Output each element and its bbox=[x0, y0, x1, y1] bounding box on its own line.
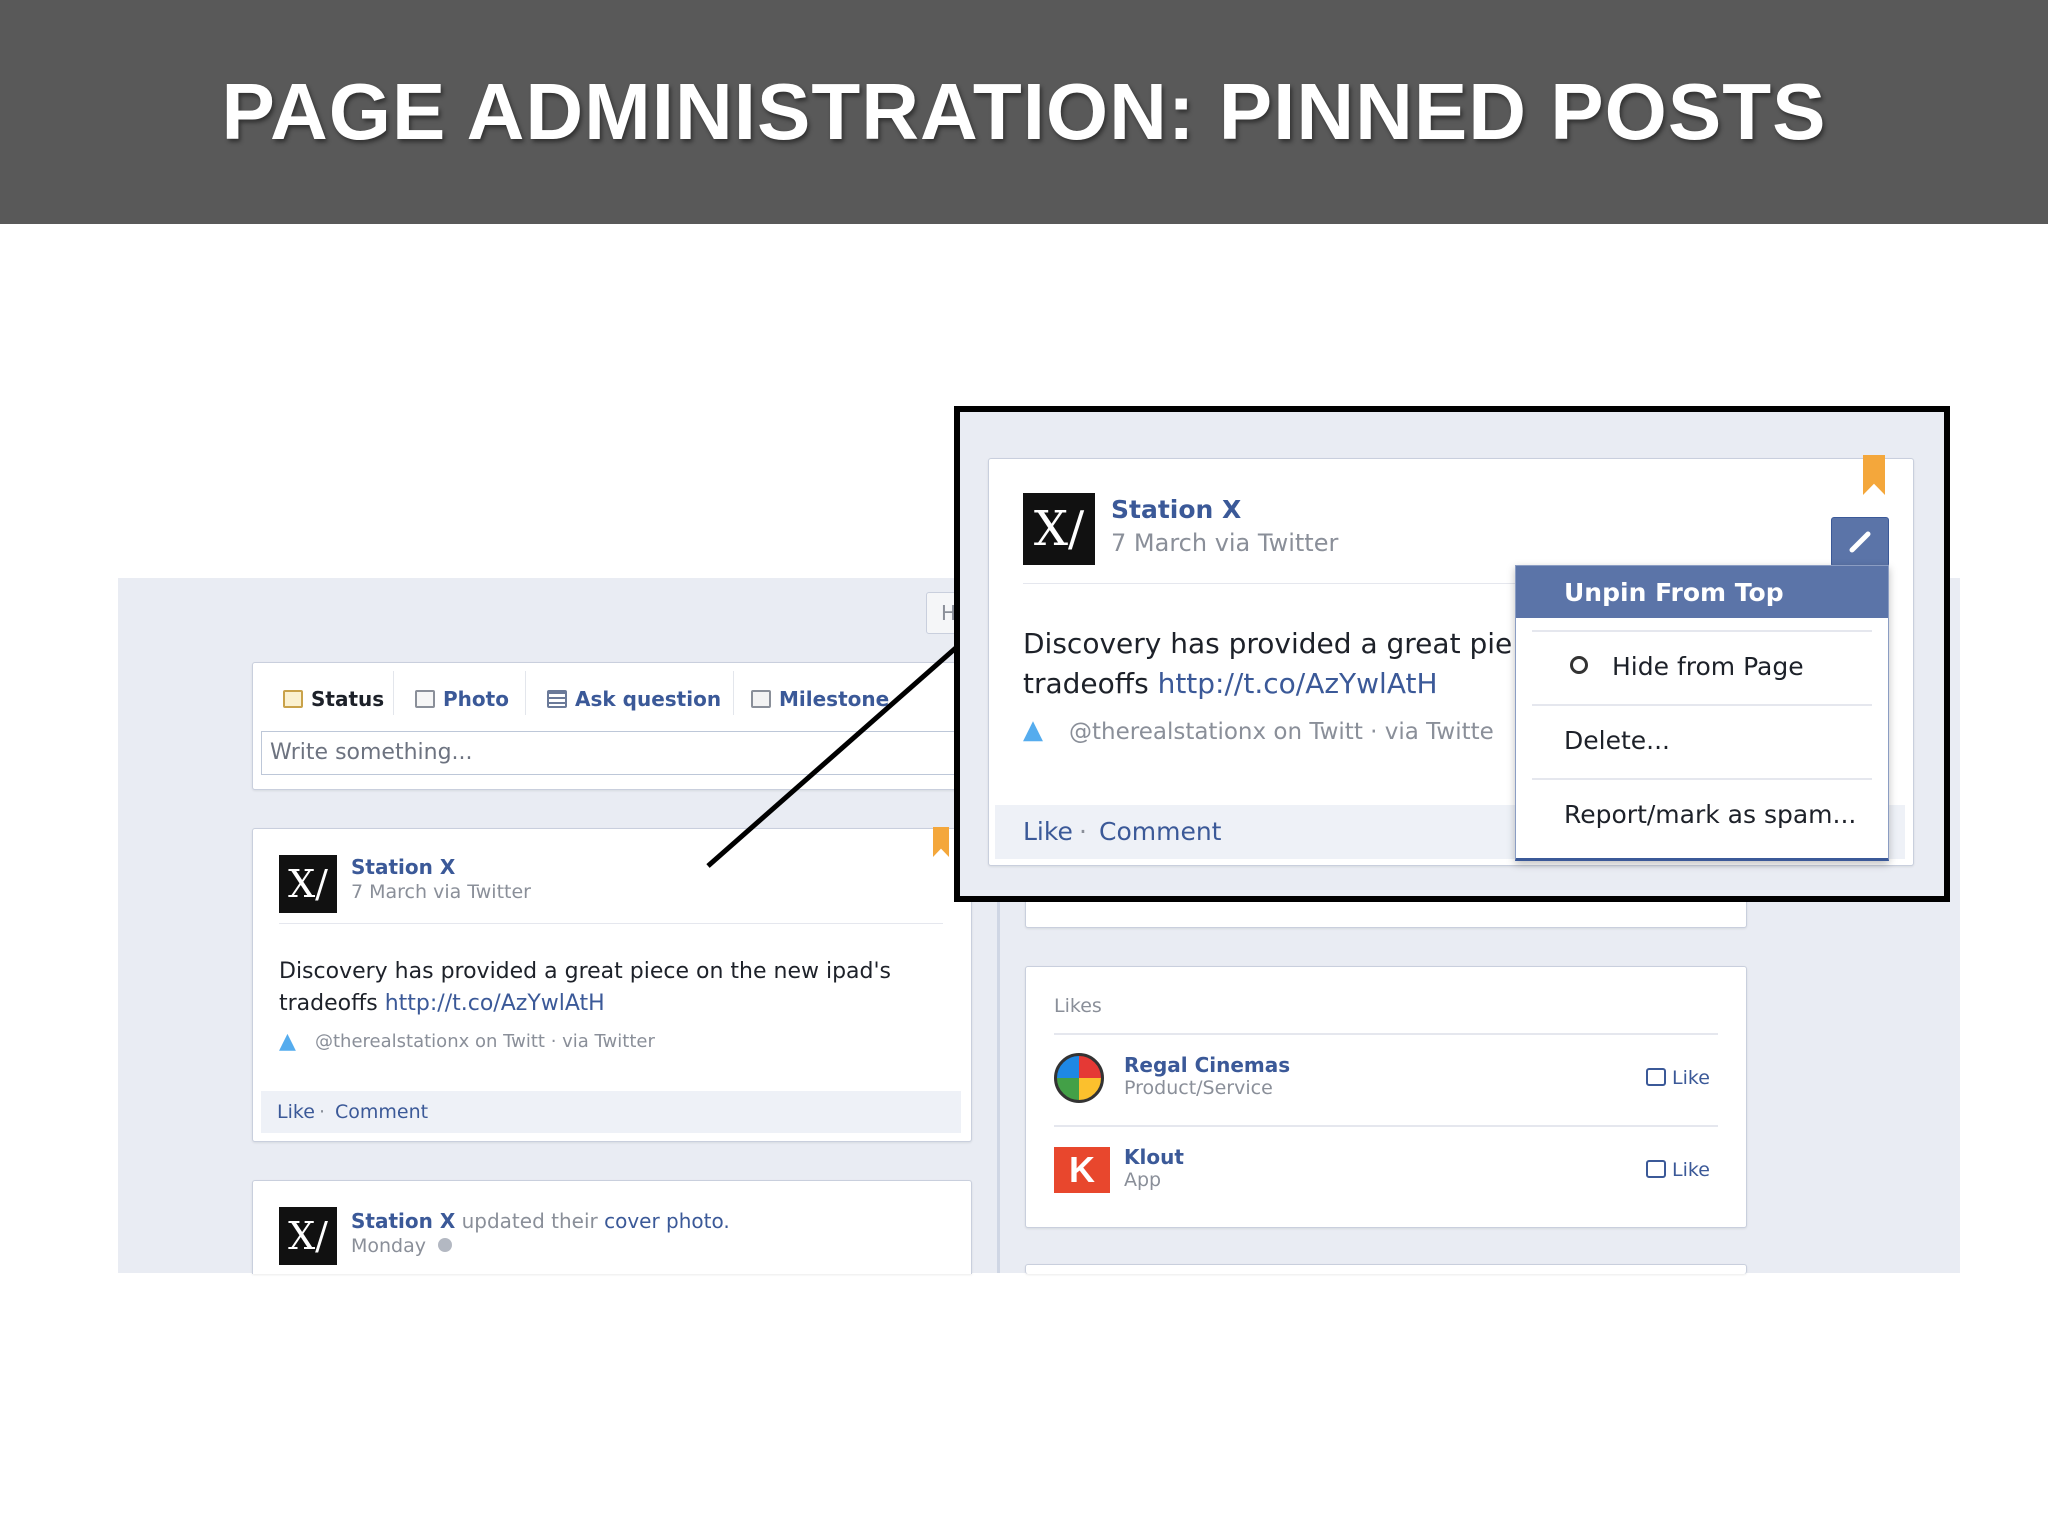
cover-post-time-text: Monday bbox=[351, 1235, 427, 1257]
zoom-callout: X/ Station X 7 March via Twitter Discove… bbox=[954, 406, 1950, 902]
pencil-icon bbox=[1849, 531, 1871, 553]
tab-status-label: Status bbox=[311, 687, 385, 711]
post-action-bar: Like · Comment bbox=[261, 1091, 961, 1133]
station-x-avatar: X/ bbox=[279, 1207, 337, 1265]
zoomed-post-body-prefix: tradeoffs bbox=[1023, 667, 1149, 700]
menu-item-label: Hide from Page bbox=[1612, 652, 1804, 681]
likes-header: Likes bbox=[1054, 995, 1102, 1017]
post-comment-link[interactable]: Comment bbox=[335, 1101, 428, 1123]
thumbs-up-icon bbox=[1646, 1160, 1666, 1178]
menu-divider bbox=[1532, 778, 1872, 780]
zoomed-post-body-line-2: tradeoffs http://t.co/AzYwlAtH bbox=[1023, 667, 1438, 700]
zoomed-post-link[interactable]: http://t.co/AzYwlAtH bbox=[1158, 667, 1438, 700]
cover-post-time: Monday bbox=[351, 1235, 453, 1257]
cover-post-headline: Station X updated their cover photo. bbox=[351, 1209, 730, 1233]
menu-item-label: Unpin From Top bbox=[1564, 578, 1784, 607]
tab-photo-label: Photo bbox=[443, 687, 509, 711]
zoomed-post-body-line-1: Discovery has provided a great pie bbox=[1023, 627, 1513, 660]
post-body-line-1: Discovery has provided a great piece on … bbox=[279, 959, 892, 984]
like-button-label: Like bbox=[1672, 1159, 1710, 1181]
zoomed-like-link[interactable]: Like bbox=[1023, 817, 1073, 846]
tab-photo[interactable]: Photo bbox=[415, 671, 509, 727]
photo-icon bbox=[415, 690, 435, 708]
zoomed-post-source: @therealstationx on Twitt · via Twitte bbox=[1069, 719, 1494, 745]
cover-post-author[interactable]: Station X bbox=[351, 1209, 455, 1233]
menu-item-label: Delete... bbox=[1564, 726, 1670, 755]
cover-photo-link[interactable]: cover photo. bbox=[604, 1209, 730, 1233]
likes-divider bbox=[1054, 1033, 1718, 1035]
post-meta: 7 March via Twitter bbox=[351, 881, 531, 903]
status-icon bbox=[283, 690, 303, 708]
post-link[interactable]: http://t.co/AzYwlAtH bbox=[385, 991, 605, 1016]
menu-item-unpin-from-top[interactable]: Unpin From Top bbox=[1516, 566, 1888, 618]
zoomed-post: X/ Station X 7 March via Twitter Discove… bbox=[988, 455, 1914, 866]
menu-divider bbox=[1532, 704, 1872, 706]
twitter-bird-icon: ▲ bbox=[279, 1029, 296, 1054]
callout-leader-line bbox=[706, 644, 960, 868]
ask-question-icon bbox=[547, 690, 567, 708]
zoomed-post-meta: 7 March via Twitter bbox=[1111, 529, 1339, 557]
post-header-divider bbox=[279, 923, 943, 924]
likes-box: Likes Regal Cinemas Product/Service Like… bbox=[1025, 966, 1747, 1228]
menu-divider bbox=[1532, 630, 1872, 632]
composer-placeholder: Write something... bbox=[270, 740, 473, 765]
station-x-avatar: X/ bbox=[279, 855, 337, 913]
regal-cinemas-logo bbox=[1054, 1053, 1104, 1103]
post-options-menu: Unpin From Top Hide from Page Delete... … bbox=[1515, 565, 1889, 861]
slide-title: PAGE ADMINISTRATION: PINNED POSTS bbox=[221, 67, 1827, 156]
edit-post-button[interactable] bbox=[1831, 517, 1889, 567]
station-x-avatar: X/ bbox=[1023, 493, 1095, 565]
post-source: @therealstationx on Twitt · via Twitter bbox=[315, 1031, 655, 1052]
post-action-sep: · bbox=[319, 1101, 326, 1123]
timeline-spine bbox=[997, 900, 1000, 1273]
thumbs-up-icon bbox=[1646, 1068, 1666, 1086]
post-header-divider bbox=[1023, 583, 1523, 584]
zoomed-post-author[interactable]: Station X bbox=[1111, 495, 1241, 524]
like-item-category: App bbox=[1124, 1169, 1162, 1191]
pinned-bookmark-icon bbox=[1863, 455, 1885, 495]
zoomed-action-sep: · bbox=[1079, 817, 1087, 846]
globe-icon bbox=[438, 1238, 453, 1252]
cover-post-action: updated their bbox=[461, 1209, 598, 1233]
tab-divider bbox=[393, 671, 394, 715]
klout-logo: K bbox=[1054, 1147, 1110, 1193]
tab-ask-question[interactable]: Ask question bbox=[547, 671, 721, 727]
tab-divider bbox=[525, 671, 526, 715]
post-author[interactable]: Station X bbox=[351, 855, 455, 879]
like-item-name[interactable]: Regal Cinemas bbox=[1124, 1053, 1290, 1077]
menu-item-report-spam[interactable]: Report/mark as spam... bbox=[1516, 788, 1888, 842]
like-item-name[interactable]: Klout bbox=[1124, 1145, 1184, 1169]
like-item-category: Product/Service bbox=[1124, 1077, 1273, 1099]
like-button[interactable]: Like bbox=[1646, 1159, 1710, 1181]
like-button-label: Like bbox=[1672, 1067, 1710, 1089]
menu-item-delete[interactable]: Delete... bbox=[1516, 714, 1888, 768]
twitter-bird-icon: ▲ bbox=[1023, 715, 1043, 745]
tab-status[interactable]: Status bbox=[283, 671, 384, 727]
cover-photo-post: X/ Station X updated their cover photo. … bbox=[252, 1180, 972, 1274]
zoomed-comment-link[interactable]: Comment bbox=[1099, 817, 1222, 846]
likes-divider bbox=[1054, 1125, 1718, 1127]
post-body-prefix: tradeoffs bbox=[279, 991, 378, 1016]
hide-circle-icon bbox=[1570, 656, 1588, 674]
post-like-link[interactable]: Like bbox=[277, 1101, 315, 1123]
menu-item-hide-from-page[interactable]: Hide from Page bbox=[1516, 640, 1888, 694]
post-body-line-2: tradeoffs http://t.co/AzYwlAtH bbox=[279, 991, 605, 1016]
menu-item-label: Report/mark as spam... bbox=[1564, 800, 1857, 829]
like-button[interactable]: Like bbox=[1646, 1067, 1710, 1089]
right-column-card-lower bbox=[1025, 1264, 1747, 1274]
